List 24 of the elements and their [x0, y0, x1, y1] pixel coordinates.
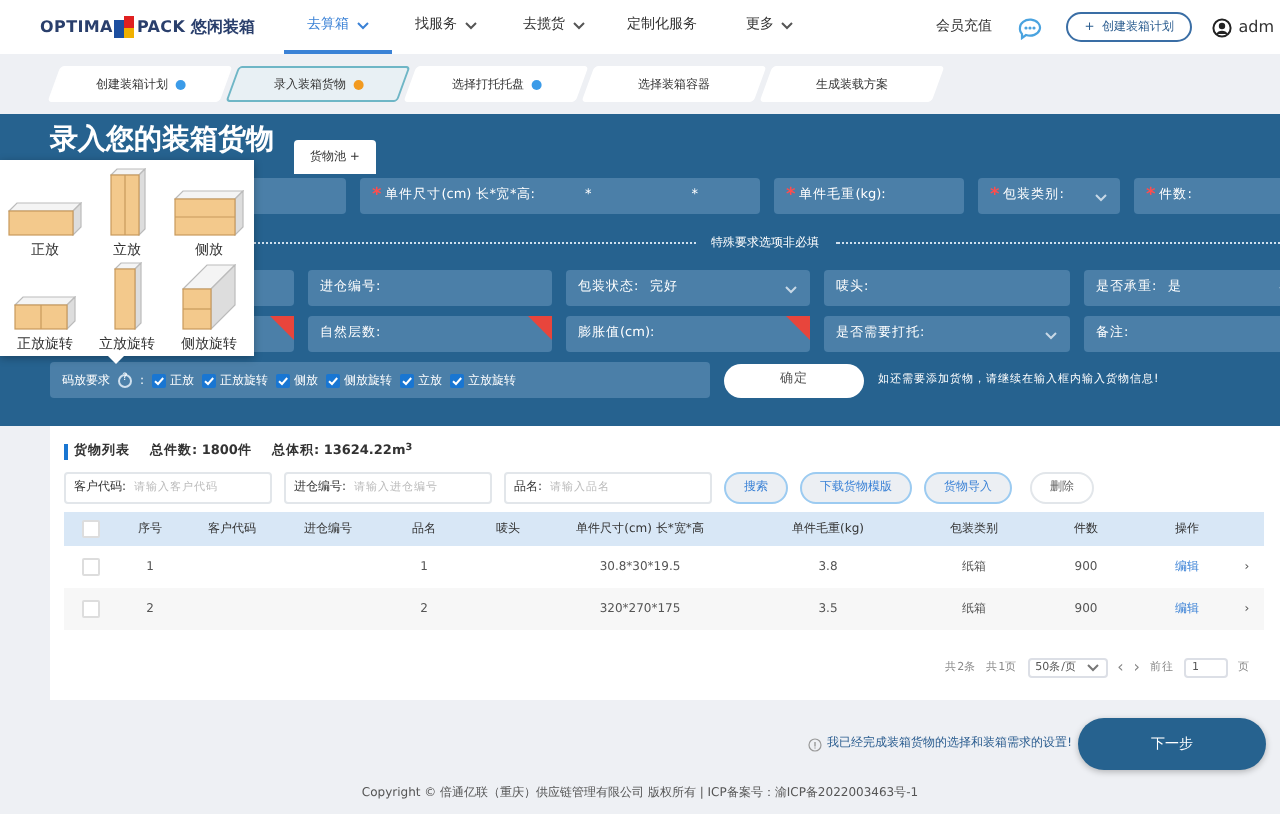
caret-icon [784, 283, 798, 293]
checkbox[interactable] [81, 519, 99, 538]
info-icon [807, 737, 822, 751]
checkbox[interactable] [81, 557, 99, 576]
box-icon [8, 202, 82, 236]
logo-icon [114, 16, 135, 38]
box-icon [174, 190, 244, 236]
prev-page[interactable]: ‹ [1117, 655, 1124, 680]
logo-text: PACK [136, 15, 186, 39]
box-icon [113, 261, 141, 329]
caret-icon [1085, 662, 1100, 673]
caret-icon [1094, 191, 1108, 201]
box-icon [109, 168, 145, 236]
box-icon [14, 295, 76, 329]
logo-text: 悠闲装箱 [191, 15, 256, 39]
caret-icon [1044, 329, 1058, 339]
next-page[interactable]: › [1133, 655, 1140, 680]
box-icon [182, 263, 236, 329]
chat-icon[interactable] [1016, 15, 1043, 39]
page-title: 录入您的装箱货物 [50, 126, 274, 154]
checkbox[interactable] [81, 599, 99, 618]
user-icon[interactable] [1212, 17, 1233, 37]
user-name[interactable]: adm [1238, 15, 1274, 39]
logo-text: OPTIMA [40, 15, 113, 39]
